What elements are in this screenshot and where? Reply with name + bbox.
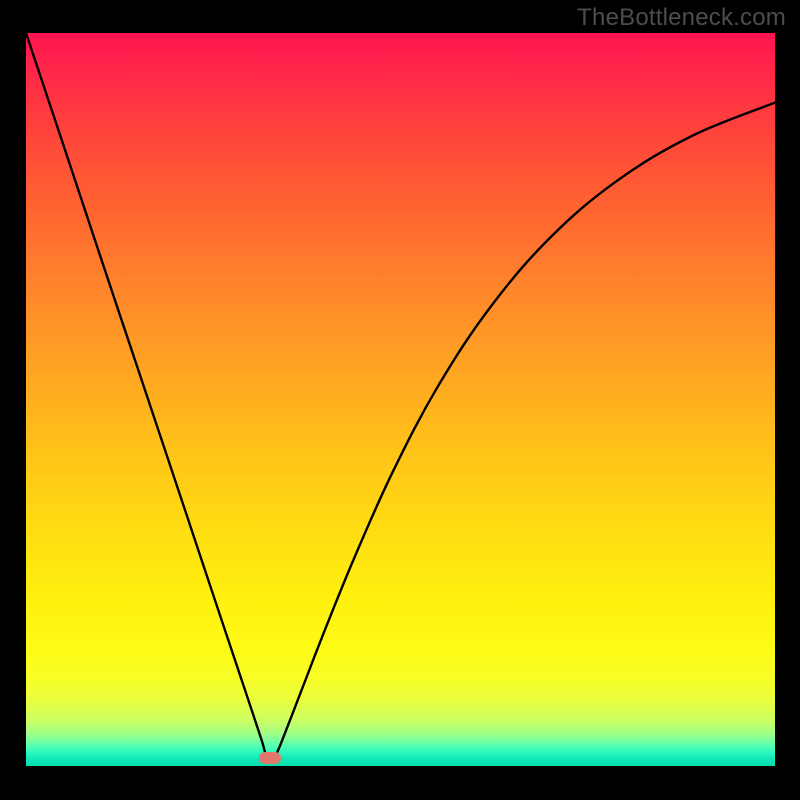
curve-svg — [26, 33, 775, 766]
bottleneck-curve — [26, 33, 775, 762]
plot-area — [26, 33, 775, 766]
watermark-text: TheBottleneck.com — [577, 4, 786, 32]
chart-frame: TheBottleneck.com — [0, 0, 800, 800]
minimum-marker — [259, 752, 281, 764]
